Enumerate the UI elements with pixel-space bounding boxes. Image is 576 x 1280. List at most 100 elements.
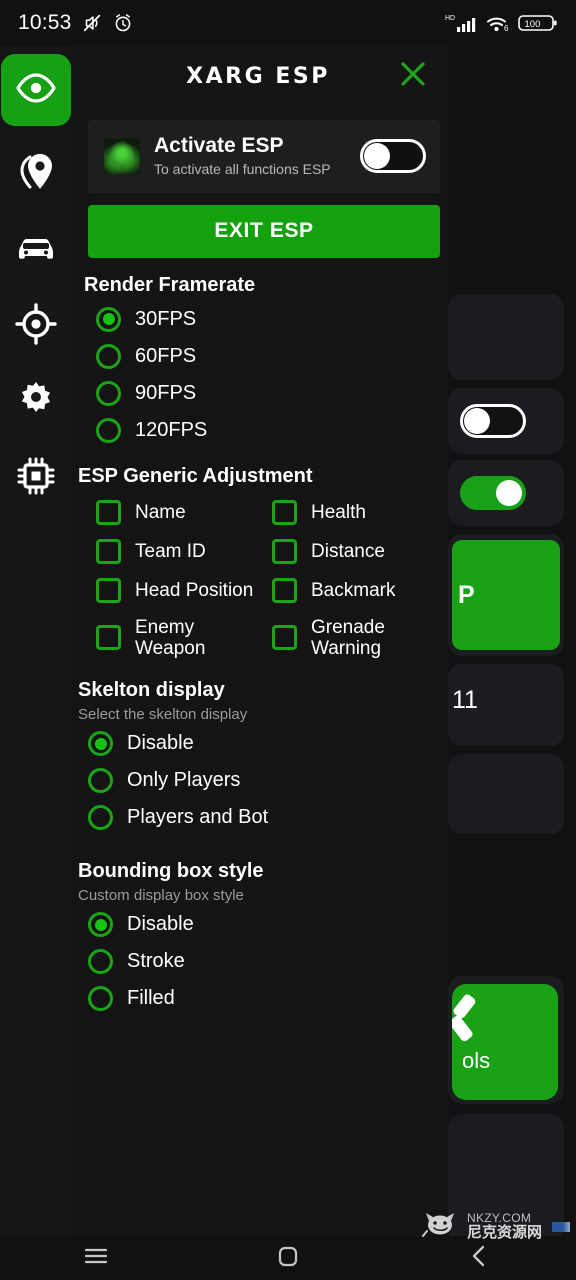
radio-indicator — [88, 805, 113, 831]
radio-skelton-disable[interactable]: Disable — [72, 725, 448, 762]
radio-label: 30FPS — [135, 307, 197, 330]
checkbox-name[interactable]: Name — [96, 496, 272, 529]
radio-box-disable[interactable]: Disable — [72, 906, 448, 943]
bg-card — [448, 754, 564, 834]
sidebar-item-settings[interactable] — [0, 364, 72, 440]
bounding-box-options: Disable Stroke Filled — [72, 906, 448, 1017]
svg-text:100: 100 — [525, 19, 541, 30]
activate-esp-card: Activate ESP To activate all functions E… — [88, 120, 440, 193]
radio-label: Players and Bot — [127, 806, 269, 829]
bg-counter-text: 11 — [452, 686, 478, 714]
radio-indicator — [88, 912, 113, 938]
skelton-display-options: Disable Only Players Players and Bot — [72, 725, 448, 836]
checkbox-label: Grenade Warning — [311, 616, 385, 659]
checkbox-indicator — [272, 538, 297, 564]
esp-generic-options: Name Health Team ID Distance Head Positi… — [72, 492, 448, 664]
checkbox-label: Head Position — [135, 579, 254, 601]
checkbox-grenade-warning[interactable]: Grenade Warning — [272, 613, 448, 664]
radio-90fps[interactable]: 90FPS — [72, 375, 448, 412]
wifi-icon: 6 — [485, 12, 511, 34]
radio-indicator — [96, 343, 121, 369]
checkbox-team-id[interactable]: Team ID — [96, 535, 272, 568]
activate-esp-subtitle: To activate all functions ESP — [154, 161, 331, 178]
bg-tools-tile[interactable]: ols — [452, 984, 558, 1100]
skelton-display-title: Skelton display — [78, 679, 225, 702]
skelton-display-subtitle: Select the skelton display — [78, 706, 248, 724]
radio-label: 90FPS — [135, 381, 197, 404]
panel-body: Activate ESP To activate all functions E… — [72, 106, 448, 1236]
chip-icon — [15, 455, 57, 502]
checkbox-indicator — [96, 499, 121, 525]
recents-button[interactable] — [51, 1236, 141, 1280]
radio-skelton-players-and-bot[interactable]: Players and Bot — [72, 799, 448, 836]
checkbox-label: Backmark — [311, 579, 396, 601]
checkbox-label: Team ID — [135, 540, 206, 562]
status-bar-left: 10:53 — [18, 11, 134, 35]
checkbox-health[interactable]: Health — [272, 496, 448, 529]
svg-text:HD: HD — [445, 15, 455, 22]
render-framerate-title: Render Framerate — [84, 273, 256, 296]
radio-60fps[interactable]: 60FPS — [72, 338, 448, 375]
bg-green-button[interactable]: P — [452, 540, 560, 650]
radio-box-filled[interactable]: Filled — [72, 980, 448, 1017]
sidebar-rail — [0, 46, 72, 1236]
activate-esp-toggle[interactable] — [360, 139, 426, 174]
sidebar-item-memory[interactable] — [0, 440, 72, 516]
checkbox-backmark[interactable]: Backmark — [272, 574, 448, 607]
radio-indicator — [88, 949, 113, 975]
bg-toggle-on[interactable] — [460, 476, 526, 510]
bg-card — [448, 294, 564, 380]
radio-indicator — [96, 306, 121, 332]
exit-esp-button[interactable]: EXIT ESP — [88, 204, 440, 258]
radio-label: 60FPS — [135, 344, 197, 367]
cat-logo-icon — [421, 1209, 461, 1244]
checkbox-label: Distance — [311, 540, 385, 562]
panel-header: XARG ESP — [72, 46, 448, 106]
checkbox-distance[interactable]: Distance — [272, 535, 448, 568]
home-button[interactable] — [243, 1236, 333, 1280]
radio-indicator — [88, 768, 113, 794]
activate-esp-title: Activate ESP — [154, 134, 284, 157]
battery-icon: 100 — [518, 13, 558, 33]
checkbox-head-position[interactable]: Head Position — [96, 574, 272, 607]
radio-120fps[interactable]: 120FPS — [72, 412, 448, 449]
checkbox-indicator — [272, 499, 297, 525]
mute-icon — [81, 12, 103, 34]
tools-icon — [452, 994, 476, 1042]
signal-icon: HD — [444, 12, 478, 34]
watermark-texts: NKZY.COM 尼克资源网 — [467, 1212, 542, 1240]
radio-box-stroke[interactable]: Stroke — [72, 943, 448, 980]
radio-indicator — [88, 986, 113, 1012]
home-icon — [275, 1243, 301, 1274]
sidebar-item-aim[interactable] — [0, 288, 72, 364]
esp-generic-title: ESP Generic Adjustment — [78, 464, 313, 487]
bg-tile-label: ols — [462, 1048, 491, 1073]
checkbox-label: Health — [311, 501, 366, 523]
recents-icon — [82, 1244, 110, 1273]
sidebar-item-vehicle[interactable] — [0, 212, 72, 288]
status-bar-right: HD 6 100 — [444, 12, 558, 34]
back-icon — [467, 1243, 493, 1274]
watermark-name: 尼克资源网 — [466, 1223, 542, 1241]
radio-label: Disable — [127, 913, 194, 936]
sidebar-item-location[interactable] — [0, 136, 72, 212]
close-button[interactable] — [396, 59, 430, 93]
checkbox-indicator — [96, 577, 121, 603]
status-bar: 10:53 HD 6 100 — [0, 0, 576, 46]
phone-screen: P 11 ols 10:53 HD 6 100 XARG ESP Activat… — [0, 0, 576, 1280]
radio-indicator — [96, 417, 121, 443]
checkbox-indicator — [96, 625, 121, 651]
checkbox-enemy-weapon[interactable]: Enemy Weapon — [96, 613, 272, 664]
radio-30fps[interactable]: 30FPS — [72, 301, 448, 338]
radio-skelton-only-players[interactable]: Only Players — [72, 762, 448, 799]
activate-esp-texts: Activate ESP To activate all functions E… — [154, 134, 346, 179]
eye-icon — [14, 71, 58, 110]
bounding-box-subtitle: Custom display box style — [78, 887, 244, 905]
bg-toggle-off[interactable] — [460, 404, 526, 438]
radio-label: Disable — [127, 732, 194, 755]
checkbox-indicator — [96, 538, 121, 564]
render-framerate-options: 30FPS 60FPS 90FPS 120FPS — [72, 301, 448, 449]
bounding-box-title: Bounding box style — [78, 860, 264, 883]
sidebar-item-esp[interactable] — [1, 54, 71, 126]
radio-label: Only Players — [127, 769, 241, 792]
